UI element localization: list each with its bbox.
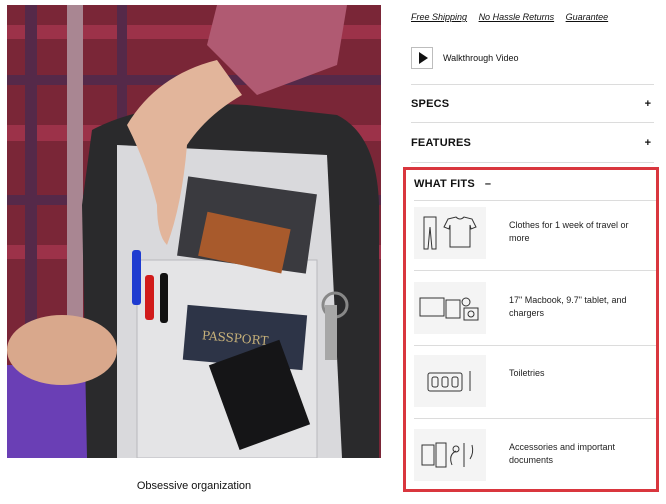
accessories-icon bbox=[414, 429, 486, 481]
divider bbox=[411, 122, 654, 123]
photo-caption: Obsessive organization bbox=[136, 480, 252, 492]
plus-icon: + bbox=[644, 137, 651, 149]
divider bbox=[411, 84, 654, 85]
minus-icon: – bbox=[484, 178, 491, 190]
features-accordion[interactable]: FEATURES + bbox=[411, 137, 654, 149]
electronics-icon bbox=[414, 282, 486, 334]
what-fits-item-text: Toiletries bbox=[509, 368, 545, 378]
specs-accordion[interactable]: SPECS + bbox=[411, 98, 654, 110]
clothes-icon bbox=[414, 207, 486, 259]
play-icon bbox=[418, 52, 428, 64]
divider bbox=[414, 270, 656, 271]
product-photo: PASSPORT bbox=[7, 5, 381, 458]
what-fits-item-text: Accessories and important documents bbox=[509, 442, 616, 465]
specs-title: SPECS bbox=[411, 98, 450, 110]
toiletries-icon bbox=[414, 355, 486, 407]
divider bbox=[414, 200, 656, 201]
divider bbox=[414, 345, 656, 346]
divider bbox=[414, 418, 656, 419]
what-fits-item: Clothes for 1 week of travel or more bbox=[414, 207, 656, 275]
what-fits-item: Accessories and important documents bbox=[414, 429, 656, 497]
plus-icon: + bbox=[644, 98, 651, 110]
what-fits-accordion[interactable]: WHAT FITS – bbox=[414, 178, 491, 190]
divider bbox=[411, 162, 654, 163]
what-fits-item: Toiletries bbox=[414, 355, 656, 423]
policy-links: Free Shipping No Hassle Returns Guarante… bbox=[411, 12, 617, 22]
walkthrough-video-row[interactable]: Walkthrough Video bbox=[411, 47, 519, 69]
free-shipping-link[interactable]: Free Shipping bbox=[411, 12, 467, 22]
play-button[interactable] bbox=[411, 47, 433, 69]
no-hassle-returns-link[interactable]: No Hassle Returns bbox=[479, 12, 555, 22]
what-fits-item-text: 17" Macbook, 9.7" tablet, and chargers bbox=[509, 295, 627, 318]
what-fits-title: WHAT FITS bbox=[414, 178, 475, 190]
what-fits-item-text: Clothes for 1 week of travel or more bbox=[509, 220, 629, 243]
walkthrough-video-label: Walkthrough Video bbox=[443, 53, 519, 63]
what-fits-section: WHAT FITS – Clothes for 1 week of travel… bbox=[403, 167, 659, 492]
features-title: FEATURES bbox=[411, 137, 472, 149]
guarantee-link[interactable]: Guarantee bbox=[566, 12, 609, 22]
what-fits-item: 17" Macbook, 9.7" tablet, and chargers bbox=[414, 282, 656, 350]
